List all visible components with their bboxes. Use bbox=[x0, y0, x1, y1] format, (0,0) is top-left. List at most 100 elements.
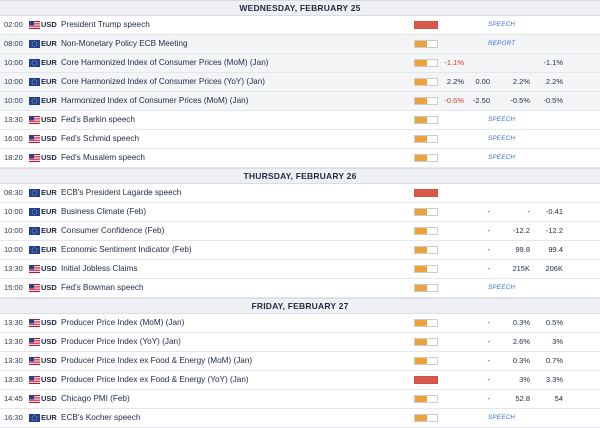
deviation-value bbox=[470, 111, 490, 129]
event-name[interactable]: Harmonized Index of Consumer Prices (MoM… bbox=[61, 92, 401, 110]
deviation-value: 0.00 bbox=[475, 77, 490, 86]
event-row[interactable]: 08:30 EUR ECB's President Lagarde speech bbox=[0, 184, 600, 203]
event-row[interactable]: 10:00 EUR Consumer Confidence (Feb) - -1… bbox=[0, 222, 600, 241]
event-row[interactable]: 18:20 USD Fed's Musalem speech SPEECH bbox=[0, 149, 600, 168]
event-time: 10:00 bbox=[4, 77, 23, 86]
previous-value: 206K bbox=[545, 264, 563, 273]
event-time: 08:00 bbox=[4, 39, 23, 48]
actual-value bbox=[444, 241, 464, 259]
impact-bar-fill bbox=[415, 247, 428, 253]
event-row[interactable]: 13:30 USD Initial Jobless Claims - 215K … bbox=[0, 260, 600, 279]
previous-value: -12.2 bbox=[545, 226, 563, 235]
event-name[interactable]: Economic Sentiment Indicator (Feb) bbox=[61, 241, 401, 259]
previous-value: 3% bbox=[552, 337, 563, 346]
actual-value bbox=[444, 390, 464, 408]
event-name[interactable]: Fed's Schmid speech bbox=[61, 130, 401, 148]
actual-value: -0.6% bbox=[444, 96, 464, 105]
previous-value bbox=[538, 35, 563, 53]
event-name[interactable]: Producer Price Index (MoM) (Jan) bbox=[61, 314, 401, 332]
previous-value: -0.5% bbox=[543, 96, 563, 105]
event-name[interactable]: Consumer Confidence (Feb) bbox=[61, 222, 401, 240]
event-row[interactable]: 13:30 USD Producer Price Index (YoY) (Ja… bbox=[0, 333, 600, 352]
impact-indicator bbox=[414, 149, 438, 167]
event-row[interactable]: 13:30 USD Producer Price Index (MoM) (Ja… bbox=[0, 314, 600, 333]
currency-code: EUR bbox=[41, 413, 57, 422]
event-name[interactable]: Producer Price Index ex Food & Energy (Y… bbox=[61, 371, 401, 389]
impact-indicator bbox=[414, 409, 438, 427]
consensus-value: 3% bbox=[519, 375, 530, 384]
impact-indicator bbox=[414, 111, 438, 129]
consensus-value bbox=[505, 54, 530, 72]
impact-indicator bbox=[414, 371, 438, 389]
event-row[interactable]: 10:00 EUR Harmonized Index of Consumer P… bbox=[0, 92, 600, 111]
event-name[interactable]: Producer Price Index ex Food & Energy (M… bbox=[61, 352, 401, 370]
impact-bar bbox=[414, 376, 438, 384]
event-name[interactable]: Core Harmonized Index of Consumer Prices… bbox=[61, 54, 401, 72]
actual-value bbox=[444, 184, 464, 202]
event-row[interactable]: 10:00 EUR Business Climate (Feb) - - -0.… bbox=[0, 203, 600, 222]
impact-bar-fill bbox=[415, 358, 428, 364]
event-name[interactable]: Fed's Bowman speech bbox=[61, 279, 401, 297]
impact-bar bbox=[414, 116, 438, 124]
event-row[interactable]: 16:30 EUR ECB's Kocher speech SPEECH bbox=[0, 409, 600, 428]
us-flag-icon bbox=[29, 135, 40, 143]
event-row[interactable]: 02:00 USD President Trump speech SPEECH bbox=[0, 16, 600, 35]
event-name[interactable]: Chicago PMI (Feb) bbox=[61, 390, 401, 408]
event-row[interactable]: 16:00 USD Fed's Schmid speech SPEECH bbox=[0, 130, 600, 149]
impact-indicator bbox=[414, 130, 438, 148]
event-time: 13:30 bbox=[4, 264, 23, 273]
event-row[interactable]: 14:45 USD Chicago PMI (Feb) - 52.8 54 bbox=[0, 390, 600, 409]
eu-flag-icon bbox=[29, 246, 40, 254]
impact-bar bbox=[414, 227, 438, 235]
currency-code: USD bbox=[41, 394, 57, 403]
deviation-value bbox=[470, 279, 490, 297]
event-name[interactable]: President Trump speech bbox=[61, 16, 401, 34]
event-name[interactable]: ECB's President Lagarde speech bbox=[61, 184, 401, 202]
eu-flag-icon bbox=[29, 208, 40, 216]
event-name[interactable]: Fed's Barkin speech bbox=[61, 111, 401, 129]
previous-value: 2.2% bbox=[545, 77, 563, 86]
consensus-value: -0.5% bbox=[510, 96, 530, 105]
event-time: 13:30 bbox=[4, 337, 23, 346]
eu-flag-icon bbox=[29, 78, 40, 86]
currency-code: USD bbox=[41, 115, 57, 124]
consensus-value: - bbox=[527, 207, 531, 216]
deviation-value bbox=[470, 409, 490, 427]
impact-bar-fill bbox=[415, 60, 428, 66]
previous-value: 54 bbox=[554, 394, 563, 403]
event-name[interactable]: Producer Price Index (YoY) (Jan) bbox=[61, 333, 401, 351]
impact-bar-fill bbox=[415, 377, 437, 383]
actual-value bbox=[444, 35, 464, 53]
event-row[interactable]: 13:30 USD Producer Price Index ex Food &… bbox=[0, 352, 600, 371]
deviation-value bbox=[470, 35, 490, 53]
event-row[interactable]: 13:30 USD Producer Price Index ex Food &… bbox=[0, 371, 600, 390]
event-row[interactable]: 13:30 USD Fed's Barkin speech SPEECH bbox=[0, 111, 600, 130]
event-name[interactable]: Fed's Musalem speech bbox=[61, 149, 401, 167]
impact-indicator bbox=[414, 352, 438, 370]
consensus-value bbox=[505, 184, 530, 202]
actual-value bbox=[444, 130, 464, 148]
event-name[interactable]: ECB's Kocher speech bbox=[61, 409, 401, 427]
impact-bar bbox=[414, 40, 438, 48]
impact-indicator bbox=[414, 16, 438, 34]
event-name[interactable]: Core Harmonized Index of Consumer Prices… bbox=[61, 73, 401, 91]
consensus-value: 0.3% bbox=[512, 356, 530, 365]
event-row[interactable]: 10:00 EUR Core Harmonized Index of Consu… bbox=[0, 54, 600, 73]
deviation-value: - bbox=[487, 245, 491, 254]
event-row[interactable]: 10:00 EUR Core Harmonized Index of Consu… bbox=[0, 73, 600, 92]
event-row[interactable]: 08:00 EUR Non-Monetary Policy ECB Meetin… bbox=[0, 35, 600, 54]
event-time: 10:00 bbox=[4, 245, 23, 254]
event-name[interactable]: Business Climate (Feb) bbox=[61, 203, 401, 221]
impact-bar bbox=[414, 154, 438, 162]
event-row[interactable]: 10:00 EUR Economic Sentiment Indicator (… bbox=[0, 241, 600, 260]
event-time: 14:45 bbox=[4, 394, 23, 403]
impact-indicator bbox=[414, 54, 438, 72]
event-row[interactable]: 15:00 USD Fed's Bowman speech SPEECH bbox=[0, 279, 600, 298]
event-name[interactable]: Initial Jobless Claims bbox=[61, 260, 401, 278]
actual-value bbox=[444, 279, 464, 297]
event-time: 13:30 bbox=[4, 318, 23, 327]
deviation-value: - bbox=[487, 264, 491, 273]
actual-value bbox=[444, 149, 464, 167]
event-name[interactable]: Non-Monetary Policy ECB Meeting bbox=[61, 35, 401, 53]
impact-bar-fill bbox=[415, 320, 428, 326]
